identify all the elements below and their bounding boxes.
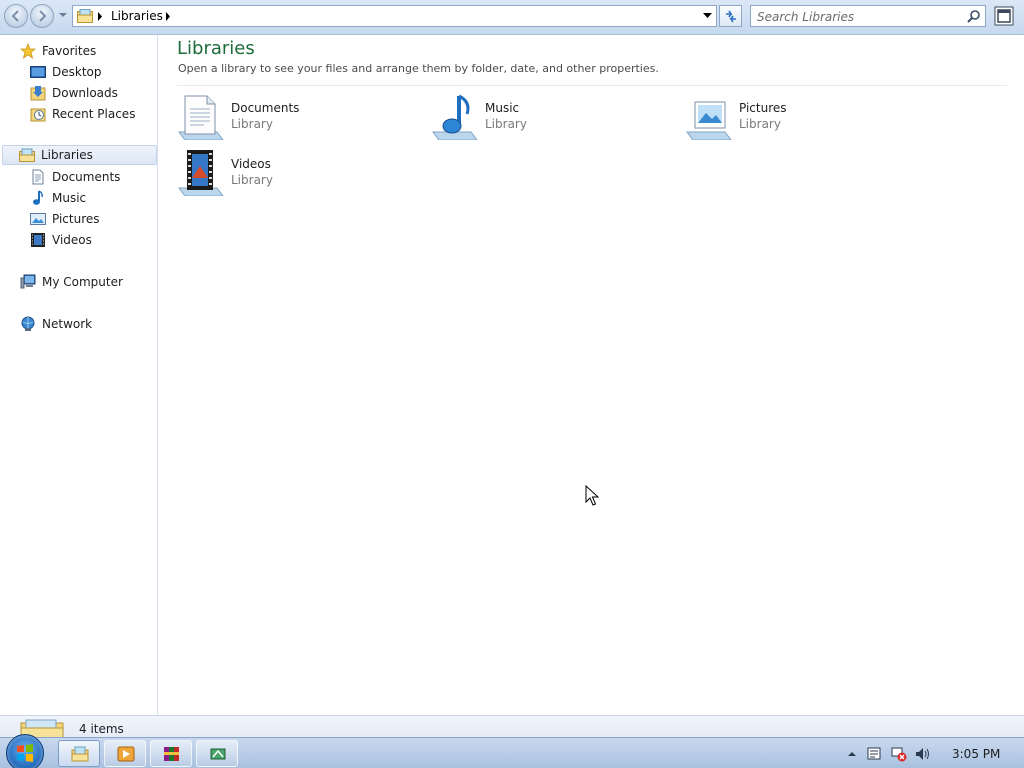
pictures-library-icon	[686, 101, 732, 140]
sidebar-label: Favorites	[42, 44, 97, 58]
windows-logo-icon	[17, 744, 33, 762]
start-button[interactable]	[6, 734, 44, 768]
breadcrumb-arrow-icon[interactable]	[97, 12, 103, 21]
refresh-button[interactable]	[719, 5, 742, 27]
libraries-icon	[19, 148, 35, 162]
pictures-icon	[30, 213, 46, 225]
library-name: Videos	[231, 157, 271, 171]
address-bar[interactable]: Libraries	[72, 5, 717, 27]
sidebar-label: My Computer	[42, 275, 123, 289]
action-center-icon[interactable]	[866, 746, 882, 762]
library-name: Music	[485, 101, 520, 115]
recent-pages-dropdown-icon[interactable]	[58, 10, 68, 20]
sidebar-item-documents[interactable]: Documents	[30, 167, 120, 187]
divider	[177, 85, 1007, 86]
network-icon	[21, 316, 35, 331]
page-description: Open a library to see your files and arr…	[178, 62, 659, 75]
page-title: Libraries	[177, 38, 255, 59]
recent-places-icon	[30, 108, 46, 122]
back-button[interactable]	[4, 4, 28, 28]
videos-library-icon	[178, 150, 224, 196]
library-documents[interactable]: Documents Library	[177, 92, 417, 144]
sidebar-item-videos[interactable]: Videos	[30, 230, 92, 250]
taskbar: 3:05 PM	[0, 734, 1024, 768]
network-app-icon	[210, 748, 226, 760]
sidebar-label: Videos	[52, 233, 92, 247]
sidebar-label: Desktop	[52, 65, 102, 79]
breadcrumb-libraries[interactable]: Libraries	[111, 9, 163, 23]
sidebar-item-favorites[interactable]: Favorites	[20, 41, 96, 61]
file-explorer-icon	[71, 746, 89, 762]
sidebar-item-downloads[interactable]: Downloads	[30, 83, 118, 103]
library-name: Documents	[231, 101, 300, 115]
taskbar-network-app-button[interactable]	[196, 740, 238, 767]
library-type: Library	[739, 117, 781, 131]
sidebar-label: Documents	[52, 170, 121, 184]
show-hidden-icons-arrow[interactable]	[844, 746, 860, 762]
mouse-pointer-icon	[585, 485, 599, 506]
library-type: Library	[485, 117, 527, 131]
winrar-icon	[164, 747, 179, 761]
sidebar-item-pictures[interactable]: Pictures	[30, 209, 100, 229]
library-type: Library	[231, 117, 273, 131]
sidebar-label: Music	[52, 191, 87, 205]
sidebar-label: Downloads	[52, 86, 118, 100]
content-pane: Libraries Open a library to see your fil…	[159, 35, 1024, 715]
music-icon	[33, 190, 43, 205]
library-pictures[interactable]: Pictures Library	[685, 92, 925, 144]
sidebar-item-desktop[interactable]: Desktop	[30, 62, 102, 82]
taskbar-media-player-button[interactable]	[104, 740, 146, 767]
sidebar-item-libraries[interactable]: Libraries	[2, 145, 157, 165]
taskbar-winrar-button[interactable]	[150, 740, 192, 767]
status-bar: 4 items	[0, 715, 1024, 739]
library-type: Library	[231, 173, 273, 187]
star-icon	[20, 43, 36, 59]
network-disconnected-icon[interactable]	[891, 746, 907, 762]
sidebar-item-network[interactable]: Network	[20, 314, 92, 334]
sidebar-label: Libraries	[41, 148, 93, 162]
music-library-icon	[432, 94, 478, 140]
libraries-folder-icon	[77, 9, 93, 23]
library-videos[interactable]: Videos Library	[177, 148, 417, 200]
sidebar-label: Recent Places	[52, 107, 136, 121]
forward-arrow-icon	[39, 10, 47, 22]
search-icon[interactable]	[967, 9, 981, 23]
item-count: 4 items	[79, 722, 124, 736]
library-name: Pictures	[739, 101, 787, 115]
forward-button[interactable]	[30, 4, 54, 28]
address-dropdown-icon[interactable]	[703, 13, 712, 19]
sidebar-label: Pictures	[52, 212, 100, 226]
clock[interactable]: 3:05 PM	[952, 747, 1000, 761]
sidebar-item-my-computer[interactable]: My Computer	[20, 272, 123, 292]
volume-icon[interactable]	[914, 746, 930, 762]
search-box[interactable]	[750, 5, 986, 27]
navigation-bar: Libraries	[0, 0, 1024, 35]
sidebar-label: Network	[42, 317, 93, 331]
search-input[interactable]	[757, 9, 957, 24]
videos-icon	[31, 233, 45, 247]
refresh-icon	[726, 10, 736, 23]
desktop-icon	[30, 66, 46, 78]
restore-window-icon[interactable]	[994, 6, 1014, 26]
documents-library-icon	[178, 95, 224, 140]
downloads-icon	[30, 86, 46, 101]
media-player-icon	[117, 746, 135, 762]
back-arrow-icon	[11, 10, 19, 22]
sidebar-item-music[interactable]: Music	[30, 188, 86, 208]
taskbar-explorer-button[interactable]	[58, 740, 100, 767]
sidebar-item-recent-places[interactable]: Recent Places	[30, 104, 135, 124]
computer-icon	[20, 274, 36, 289]
documents-icon	[32, 169, 44, 185]
navigation-pane: Favorites Desktop Downloads Recent Place…	[0, 35, 158, 715]
breadcrumb-arrow-icon[interactable]	[165, 12, 171, 21]
library-music[interactable]: Music Library	[431, 92, 671, 144]
